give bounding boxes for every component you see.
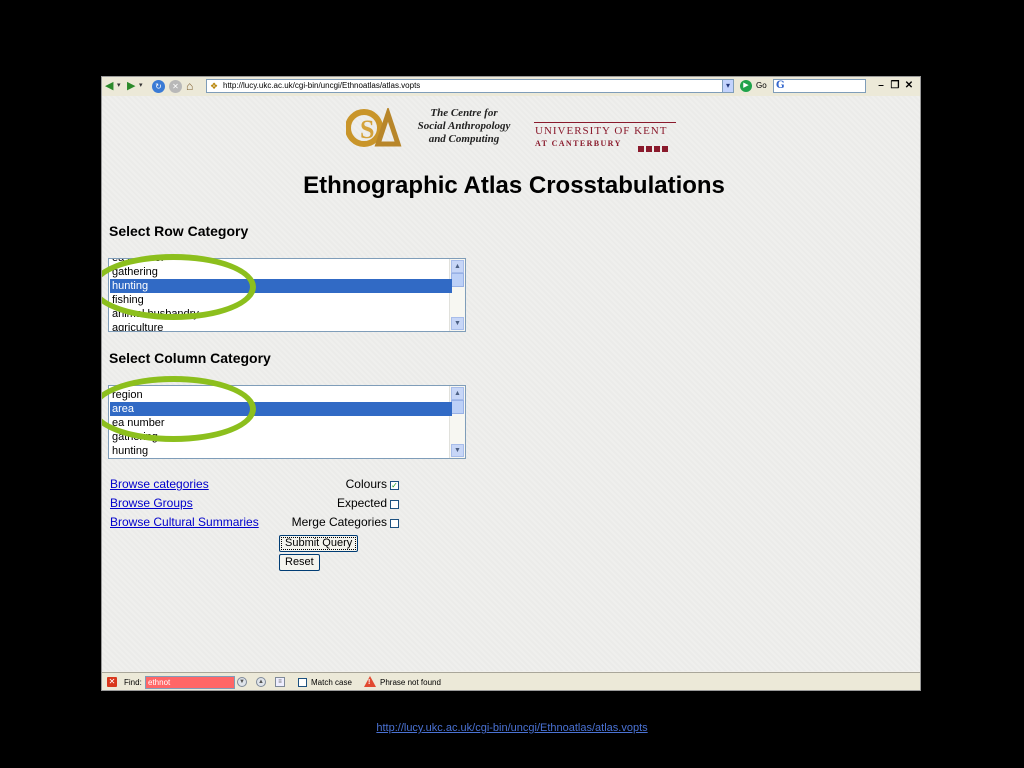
colours-label: Colours [345,477,387,491]
list-item[interactable]: ea number [110,416,452,430]
list-item[interactable]: hunting [110,279,452,293]
caption-link[interactable]: http://lucy.ukc.ac.uk/cgi-bin/uncgi/Ethn… [0,722,1024,734]
find-previous-icon[interactable]: ▲ [256,677,266,687]
window-controls: – ❐ ✕ [874,78,920,94]
university-subtitle: AT CANTERBURY [535,139,622,148]
merge-categories-label: Merge Categories [291,515,387,529]
scroll-up-icon[interactable]: ▲ [451,387,464,400]
match-case-checkbox[interactable] [298,678,307,687]
list-item[interactable]: fishing [110,293,452,307]
expected-label: Expected [336,496,387,510]
centre-name: The Centre for Social Anthropology and C… [406,107,522,146]
centre-line-3: and Computing [428,133,500,145]
browser-window: ◀ ▾ ▶ ▾ ↻ ✕ ⌂ ❖ http://lucy.ukc.ac.uk/cg… [101,76,921,691]
google-logo-icon: G [776,80,785,91]
row-category-list[interactable]: ▲ ▼ ea number gathering hunting fishing anim… [108,258,466,332]
stop-icon[interactable]: ✕ [169,80,182,93]
go-label[interactable]: Go [756,80,767,92]
forward-icon[interactable]: ▶ [127,79,135,93]
list-item[interactable]: gathering [110,265,452,279]
list-item[interactable]: area [110,402,452,416]
find-label: Find: [124,678,142,687]
minimize-icon[interactable]: – [874,78,888,94]
csac-logo: S [346,108,402,147]
list-item[interactable]: ea number [110,259,452,265]
home-icon[interactable]: ⌂ [186,79,193,93]
scroll-down-icon[interactable]: ▼ [451,317,464,330]
list-item[interactable]: region [110,388,452,402]
page-favicon-icon: ❖ [210,81,219,91]
expected-checkbox[interactable] [390,500,399,509]
page-content: S The Centre for Social Anthropology and… [102,96,920,671]
search-box[interactable]: G [773,79,866,93]
address-dropdown-icon[interactable]: ▾ [722,79,734,93]
list-item[interactable]: agriculture [110,321,452,331]
highlight-all-icon[interactable]: ≡ [275,677,285,687]
browse-groups-link[interactable]: Browse Groups [110,496,193,510]
go-icon[interactable]: ▶ [740,80,752,92]
scroll-up-icon[interactable]: ▲ [451,260,464,273]
row-category-heading: Select Row Category [109,223,249,239]
merge-categories-checkbox[interactable] [390,519,399,528]
find-next-icon[interactable]: ▼ [237,677,247,687]
svg-text:S: S [360,115,374,144]
list-item[interactable]: hunting [110,444,452,458]
university-rule [534,122,676,123]
close-icon[interactable]: ✕ [902,78,916,94]
university-blocks-icon [638,139,670,157]
back-dropdown-icon[interactable]: ▾ [117,79,121,93]
browse-categories-link[interactable]: Browse categories [110,477,209,491]
forward-dropdown-icon[interactable]: ▾ [139,79,143,93]
list-item[interactable]: animal husbandry [110,307,452,321]
back-icon[interactable]: ◀ [105,79,113,93]
match-case-label[interactable]: Match case [311,678,352,688]
reset-button[interactable]: Reset [279,554,320,571]
scroll-thumb[interactable] [451,400,464,414]
centre-line-1: The Centre for [430,107,498,119]
scroll-down-icon[interactable]: ▼ [451,444,464,457]
address-bar[interactable]: ❖ http://lucy.ukc.ac.uk/cgi-bin/uncgi/Et… [206,79,734,93]
scroll-thumb[interactable] [451,273,464,287]
close-find-icon[interactable]: ✕ [107,677,117,687]
warning-mark: ! [368,679,371,686]
browser-toolbar: ◀ ▾ ▶ ▾ ↻ ✕ ⌂ ❖ http://lucy.ukc.ac.uk/cg… [102,77,920,97]
university-name: UNIVERSITY OF KENT [535,125,668,137]
centre-line-2: Social Anthropology [417,120,511,132]
colours-checkbox[interactable]: ✓ [390,481,399,490]
find-input[interactable]: ethnot [145,676,235,689]
find-status: Phrase not found [380,678,441,687]
column-category-heading: Select Column Category [109,350,271,366]
column-category-list[interactable]: ▲ ▼ region area ea number gathering hunting [108,385,466,459]
find-bar: ✕ Find: ethnot ▼ ▲ ≡ Match case ! Phrase… [102,672,920,690]
reload-icon[interactable]: ↻ [152,80,165,93]
address-url: http://lucy.ukc.ac.uk/cgi-bin/uncgi/Ethn… [223,81,421,90]
submit-query-button[interactable]: Submit Query [279,535,359,552]
page-title: Ethnographic Atlas Crosstabulations [303,172,725,199]
list-item[interactable]: gathering [110,430,452,444]
restore-icon[interactable]: ❐ [888,78,902,94]
